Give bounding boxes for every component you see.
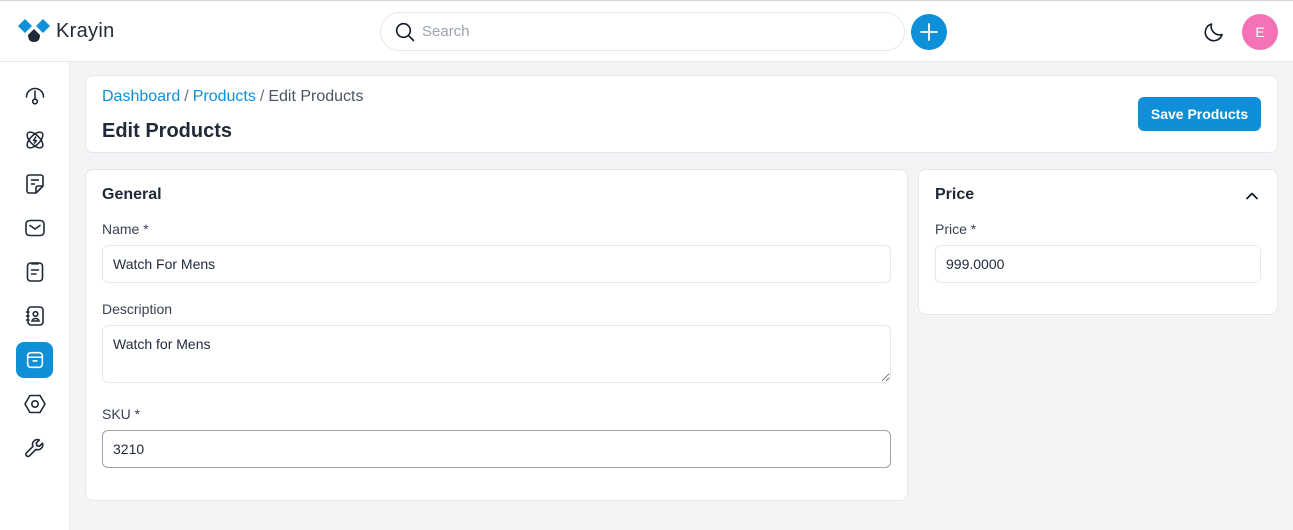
page-header: Dashboard / Products / Edit Products Edit Pr… — [85, 75, 1278, 153]
search-bar[interactable] — [380, 12, 905, 51]
sidebar-item-mail[interactable] — [16, 210, 53, 246]
description-textarea[interactable]: Watch for Mens — [102, 325, 891, 383]
sidebar-item-leads[interactable] — [16, 122, 53, 158]
clipboard-icon — [26, 262, 43, 282]
price-input[interactable] — [935, 245, 1261, 283]
general-section: General Name * Description Watch for Men… — [85, 169, 908, 501]
sku-input[interactable] — [102, 430, 891, 468]
moon-icon — [1204, 23, 1223, 42]
price-label: Price * — [935, 221, 977, 237]
breadcrumb-separator: / — [259, 88, 265, 105]
breadcrumb-separator: / — [184, 88, 189, 105]
hexagon-gear-icon — [23, 394, 46, 414]
logo[interactable]: Krayin — [18, 18, 115, 44]
sidebar-item-quotes[interactable] — [16, 166, 53, 202]
sidebar-item-contacts[interactable] — [16, 298, 53, 334]
sidebar-item-configuration[interactable] — [16, 430, 53, 466]
mail-icon — [24, 219, 45, 237]
wrench-icon — [24, 438, 44, 458]
user-avatar[interactable]: E — [1242, 14, 1278, 50]
sku-label: SKU * — [102, 406, 141, 422]
top-bar: Krayin E — [0, 1, 1293, 62]
gauge-icon — [25, 87, 44, 105]
description-label: Description — [102, 301, 173, 317]
breadcrumb-dashboard[interactable]: Dashboard — [102, 88, 180, 105]
krayin-logo-icon — [18, 19, 50, 42]
brand-name: Krayin — [56, 19, 115, 42]
page-title: Edit Products — [102, 120, 233, 142]
sidebar-item-activities[interactable] — [16, 254, 53, 290]
breadcrumb: Dashboard / Products / Edit Products — [102, 88, 363, 106]
general-section-title: General — [102, 186, 162, 203]
name-input[interactable] — [102, 245, 891, 283]
dark-mode-toggle[interactable] — [1202, 20, 1226, 49]
sidebar-item-products[interactable] — [16, 342, 53, 378]
sidebar — [0, 62, 70, 530]
plus-icon — [920, 23, 938, 41]
sidebar-item-settings[interactable] — [16, 386, 53, 422]
sticky-note-icon — [25, 174, 44, 194]
price-section: Price Price * — [918, 169, 1278, 315]
breadcrumb-current: Edit Products — [268, 88, 364, 105]
user-initial: E — [1255, 24, 1265, 40]
archive-box-icon — [26, 351, 43, 369]
quick-create-button[interactable] — [911, 14, 947, 50]
sidebar-item-dashboard[interactable] — [16, 78, 53, 114]
search-icon — [395, 22, 415, 41]
search-input[interactable] — [422, 23, 882, 40]
atom-bolt-icon — [25, 131, 44, 149]
name-label: Name * — [102, 221, 149, 237]
collapse-price-toggle[interactable] — [1244, 188, 1260, 209]
chevron-up-icon — [1246, 192, 1258, 200]
price-section-title: Price — [935, 186, 975, 203]
contact-book-icon — [25, 306, 44, 326]
save-products-button[interactable]: Save Products — [1138, 97, 1261, 131]
breadcrumb-products[interactable]: Products — [193, 88, 256, 105]
